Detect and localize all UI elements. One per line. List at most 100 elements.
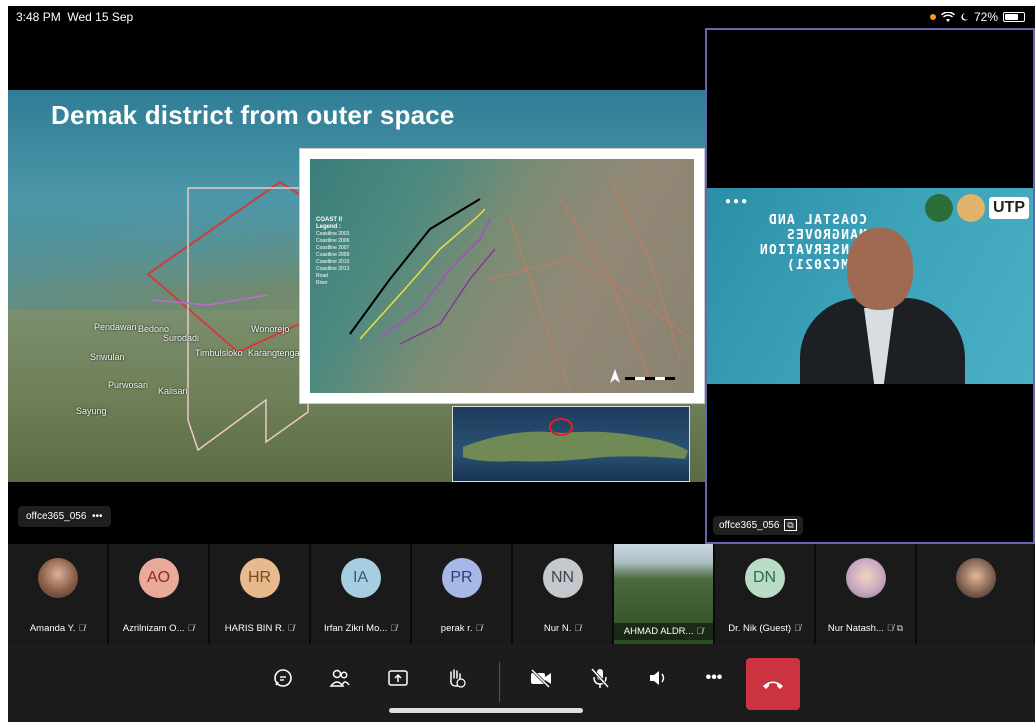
participant-tile[interactable]: PR perak r. 🎙̸ bbox=[412, 544, 513, 644]
screen-share-icon: ⧉ bbox=[784, 519, 797, 531]
teams-meeting-window: 3:48 PM Wed 15 Sep 72% Demak district fr… bbox=[8, 6, 1035, 722]
status-time-date: 3:48 PM Wed 15 Sep bbox=[16, 10, 133, 24]
participant-name: perak r. 🎙̸ bbox=[440, 623, 483, 634]
place-label: Pendawan bbox=[94, 322, 137, 332]
participant-name: Dr. Nik (Guest) 🎙̸ bbox=[728, 623, 801, 634]
status-bar: 3:48 PM Wed 15 Sep 72% bbox=[8, 6, 1035, 28]
legend-subtitle: Legend : bbox=[316, 224, 341, 230]
speaker-video: UTP ●●● COASTAL AND MANGROVES CONSERVATI… bbox=[707, 188, 1033, 384]
participant-name: Nur Natash... 🎙̸ ⧉ bbox=[827, 623, 904, 634]
participant-name: Azrilnizam O... 🎙̸ bbox=[122, 623, 195, 634]
logo-icon bbox=[957, 194, 985, 222]
place-label: Kalisari bbox=[158, 386, 188, 396]
participant-name: Nur N. 🎙̸ bbox=[543, 623, 582, 634]
avatar bbox=[37, 558, 78, 598]
speaker-person bbox=[792, 228, 965, 384]
legend-title: COAST II bbox=[316, 217, 343, 223]
mic-muted-icon: 🎙̸ bbox=[187, 623, 195, 633]
banner-logos: UTP bbox=[925, 194, 1029, 222]
moon-icon bbox=[961, 13, 969, 21]
place-label: Purwosari bbox=[108, 380, 149, 390]
java-island-shape bbox=[463, 418, 688, 462]
legend-item: River bbox=[316, 280, 328, 286]
avatar: AO bbox=[138, 558, 179, 598]
mic-muted-icon: 🎙̸ bbox=[390, 623, 398, 633]
banner-dots: ●●● bbox=[725, 196, 750, 207]
battery-percent: 72% bbox=[973, 10, 998, 24]
screen-share-icon: ⧉ bbox=[896, 623, 904, 633]
participant-tile[interactable]: NN Nur N. 🎙̸ bbox=[513, 544, 614, 644]
place-label: Karangtengah bbox=[248, 348, 305, 358]
mic-muted-icon: 🎙̸ bbox=[886, 623, 894, 633]
speaker-name: offce365_056 bbox=[719, 520, 780, 531]
avatar bbox=[845, 558, 886, 598]
shared-screen[interactable]: Demak district from outer space Pendawan… bbox=[8, 28, 705, 544]
avatar: HR bbox=[239, 558, 280, 598]
speaker-name-chip[interactable]: offce365_056 ⧉ bbox=[713, 516, 803, 535]
camera-off-icon[interactable] bbox=[523, 660, 559, 696]
place-label: Sayung bbox=[76, 406, 107, 416]
status-right: 72% bbox=[929, 10, 1025, 24]
avatar bbox=[955, 558, 996, 598]
inset-map-area: COAST II Legend : Coastline 2003 Coastli… bbox=[310, 159, 694, 393]
java-locator-map bbox=[452, 406, 690, 482]
mic-off-icon[interactable] bbox=[582, 660, 618, 696]
participants-strip: Amanda Y. 🎙̸ AO Azrilnizam O... 🎙̸ HR HARI… bbox=[8, 544, 1035, 644]
battery-icon bbox=[1003, 12, 1025, 22]
place-label: Timbulsloko bbox=[195, 348, 243, 358]
mic-muted-icon: 🎙̸ bbox=[696, 626, 704, 636]
utp-logo: UTP bbox=[989, 197, 1029, 219]
place-label: Surodadi bbox=[163, 333, 200, 343]
avatar: PR bbox=[441, 558, 482, 598]
avatar: DN bbox=[744, 558, 785, 598]
place-label: Sriwulan bbox=[90, 352, 125, 362]
legend-item: Coastline 2010 bbox=[316, 259, 350, 265]
participant-tile[interactable]: Nur Natash... 🎙̸ ⧉ bbox=[816, 544, 917, 644]
participant-tile[interactable]: AO Azrilnizam O... 🎙̸ bbox=[109, 544, 210, 644]
avatar: IA bbox=[340, 558, 381, 598]
north-arrow-icon bbox=[610, 369, 620, 383]
legend-item: Coastline 2003 bbox=[316, 231, 350, 237]
legend-item: Coastline 2009 bbox=[316, 252, 350, 258]
more-options-icon[interactable]: ••• bbox=[92, 511, 103, 522]
presenter-name-chip[interactable]: offce365_056 ••• bbox=[18, 506, 111, 527]
logo-icon bbox=[925, 194, 953, 222]
status-time: 3:48 PM bbox=[16, 10, 61, 24]
raise-hand-icon[interactable] bbox=[438, 660, 474, 696]
hang-up-button[interactable] bbox=[746, 658, 800, 710]
controls-divider bbox=[499, 662, 500, 702]
presentation-slide: Demak district from outer space Pendawan… bbox=[8, 90, 705, 482]
chat-icon[interactable] bbox=[265, 660, 301, 696]
mic-muted-icon: 🎙̸ bbox=[287, 623, 295, 633]
slide-title: Demak district from outer space bbox=[51, 100, 455, 130]
home-indicator[interactable] bbox=[389, 708, 583, 713]
participant-tile[interactable] bbox=[917, 544, 1034, 644]
share-screen-icon[interactable] bbox=[380, 660, 416, 696]
mic-muted-icon: 🎙̸ bbox=[78, 623, 86, 633]
participant-tile[interactable]: Amanda Y. 🎙̸ bbox=[8, 544, 109, 644]
avatar: NN bbox=[542, 558, 583, 598]
mic-muted-icon: 🎙̸ bbox=[794, 623, 801, 633]
participant-tile[interactable]: HR HARIS BIN R. 🎙̸ bbox=[210, 544, 311, 644]
mic-muted-icon: 🎙̸ bbox=[475, 623, 483, 633]
scale-bar bbox=[625, 377, 675, 380]
participant-tile[interactable]: DN Dr. Nik (Guest) 🎙̸ bbox=[715, 544, 816, 644]
legend-item: Road bbox=[316, 273, 328, 279]
legend-item: Coastline 2013 bbox=[316, 266, 350, 272]
participant-name: Amanda Y. 🎙̸ bbox=[29, 623, 86, 634]
legend-item: Coastline 2007 bbox=[316, 245, 350, 251]
map-legend: COAST II Legend : Coastline 2003 Coastli… bbox=[316, 217, 349, 287]
hang-up-icon bbox=[763, 681, 783, 689]
participant-video-tile[interactable]: AHMAD ALDR... 🎙̸ bbox=[614, 544, 715, 644]
more-options-button[interactable]: ••• bbox=[696, 660, 732, 696]
participant-name: HARIS BIN R. 🎙̸ bbox=[224, 623, 295, 634]
participant-tile[interactable]: IA Irfan Zikri Mo... 🎙̸ bbox=[311, 544, 412, 644]
status-date: Wed 15 Sep bbox=[67, 10, 134, 24]
speaker-head bbox=[847, 228, 913, 310]
participant-name: Irfan Zikri Mo... 🎙̸ bbox=[323, 623, 398, 634]
people-icon[interactable] bbox=[322, 660, 358, 696]
active-speaker-tile[interactable]: UTP ●●● COASTAL AND MANGROVES CONSERVATI… bbox=[705, 28, 1035, 544]
legend-item: Coastline 2006 bbox=[316, 238, 350, 244]
speaker-icon[interactable] bbox=[640, 660, 676, 696]
wifi-icon bbox=[940, 11, 955, 22]
